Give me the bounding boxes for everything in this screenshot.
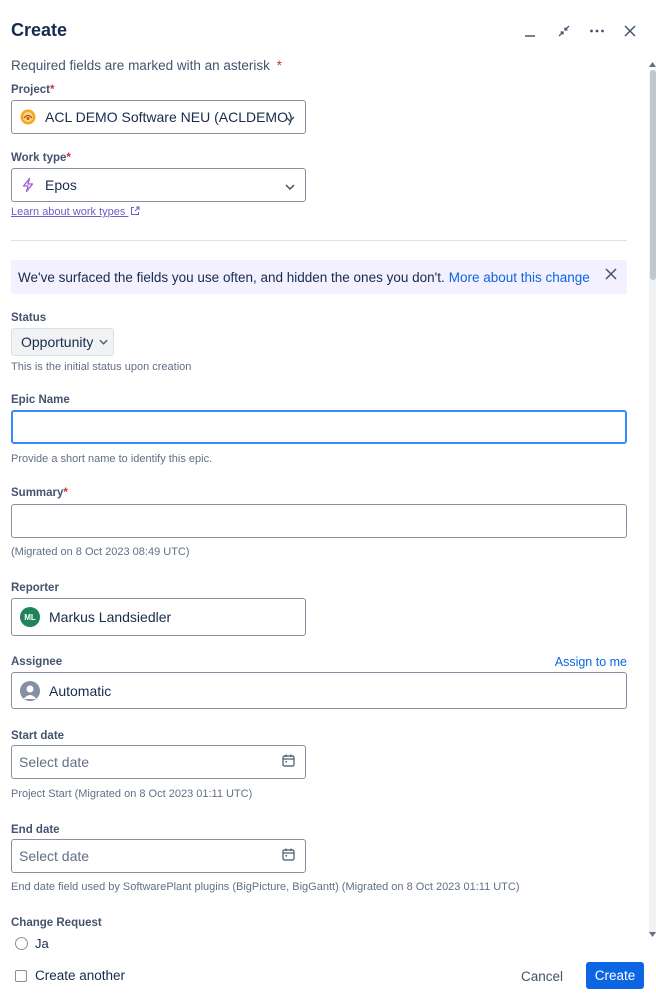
end-date-picker[interactable]: Select date: [11, 839, 306, 873]
section-divider: [11, 240, 627, 241]
assignee-value: Automatic: [49, 682, 112, 699]
epic-icon: [20, 177, 36, 193]
banner-text: We've surfaced the fields you use often,…: [18, 269, 445, 285]
start-date-help: Project Start (Migrated on 8 Oct 2023 01…: [11, 788, 253, 800]
minimize-icon[interactable]: [519, 20, 541, 42]
start-date-placeholder: Select date: [19, 754, 90, 770]
required-asterisk: *: [50, 84, 55, 96]
reporter-value: Markus Landsiedler: [49, 609, 172, 625]
epic-name-input[interactable]: [11, 410, 627, 444]
summary-input[interactable]: [11, 504, 627, 538]
calendar-icon[interactable]: [282, 848, 295, 864]
change-request-option-label: Ja: [35, 936, 49, 951]
reporter-picker[interactable]: ML Markus Landsiedler: [11, 598, 306, 636]
summary-label-text: Summary: [11, 487, 64, 499]
start-date-picker[interactable]: Select date: [11, 745, 306, 779]
work-type-label: Work type*: [11, 152, 71, 164]
more-icon[interactable]: [586, 20, 608, 42]
learn-work-types-text[interactable]: Learn about work types: [11, 206, 125, 218]
scrollbar-thumb[interactable]: [650, 70, 656, 280]
chevron-down-icon: [285, 177, 295, 193]
epic-name-label: Epic Name: [11, 394, 70, 406]
project-icon: [20, 109, 36, 125]
create-button[interactable]: Create: [586, 962, 644, 989]
work-type-value: Epos: [45, 177, 77, 193]
end-date-label: End date: [11, 824, 60, 836]
required-asterisk: *: [276, 58, 282, 73]
scroll-up-icon[interactable]: [649, 62, 656, 69]
person-icon: [20, 680, 40, 701]
summary-help: (Migrated on 8 Oct 2023 08:49 UTC): [11, 546, 190, 558]
required-note-text: Required fields are marked with an aster…: [11, 58, 270, 73]
change-request-label: Change Request: [11, 917, 102, 929]
create-another-label[interactable]: Create another: [35, 968, 125, 983]
start-date-label: Start date: [11, 730, 65, 742]
status-dropdown[interactable]: Opportunity: [11, 328, 114, 356]
project-label-text: Project: [11, 84, 50, 96]
collapse-icon[interactable]: [553, 20, 575, 42]
work-type-select[interactable]: Epos: [11, 168, 306, 202]
status-value: Opportunity: [21, 334, 94, 350]
status-help: This is the initial status upon creation: [11, 361, 192, 373]
create-another-checkbox[interactable]: [15, 970, 27, 982]
required-asterisk: *: [63, 487, 68, 499]
summary-label: Summary*: [11, 487, 68, 499]
assignee-label: Assignee: [11, 656, 63, 668]
avatar: ML: [20, 607, 40, 627]
close-icon[interactable]: [619, 20, 641, 42]
assign-to-me-link[interactable]: Assign to me: [555, 655, 627, 669]
end-date-help: End date field used by SoftwarePlant plu…: [11, 881, 520, 893]
chevron-down-icon: [99, 339, 108, 345]
banner-more-link[interactable]: More about this change: [449, 270, 590, 285]
required-asterisk: *: [66, 152, 71, 164]
end-date-placeholder: Select date: [19, 848, 90, 864]
info-banner: We've surfaced the fields you use often,…: [11, 260, 627, 294]
required-note: Required fields are marked with an aster…: [11, 58, 282, 73]
close-icon[interactable]: [605, 268, 617, 283]
scroll-down-icon[interactable]: [649, 932, 656, 939]
status-label: Status: [11, 312, 47, 324]
epic-name-help: Provide a short name to identify this ep…: [11, 453, 213, 465]
assignee-picker[interactable]: Automatic: [11, 672, 627, 709]
external-link-icon: [130, 206, 140, 219]
modal-title: Create: [11, 20, 68, 40]
chevron-down-icon: [285, 109, 295, 125]
project-select[interactable]: ACL DEMO Software NEU (ACLDEMO): [11, 100, 306, 134]
change-request-radio[interactable]: [15, 937, 28, 950]
cancel-button[interactable]: Cancel: [512, 963, 572, 989]
project-value: ACL DEMO Software NEU (ACLDEMO): [45, 109, 293, 125]
reporter-label: Reporter: [11, 582, 59, 594]
calendar-icon[interactable]: [282, 754, 295, 770]
project-label: Project*: [11, 84, 54, 96]
work-type-label-text: Work type: [11, 152, 67, 164]
learn-work-types-link[interactable]: Learn about work types: [11, 206, 140, 219]
